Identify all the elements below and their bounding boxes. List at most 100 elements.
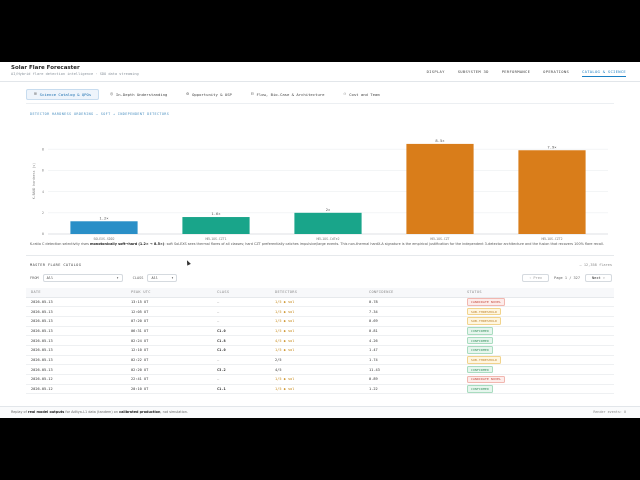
y-axis-label: K-BAND hardness (s) [32,163,36,200]
cell-class: C1.0 [212,326,270,337]
cell-confidence: 1.74 [364,355,462,366]
bar-hel1os-cdte2 [294,212,362,234]
table-row[interactable]: 2026-05-13 12:05 UT —1/5 ◆ sol 7.34 SUB-THRE… [26,306,614,317]
data-label: 1.2× [99,215,109,220]
col-date[interactable]: DATE [26,288,126,298]
status-badge: CONFIRMED [467,365,494,374]
app-title: Solar Flare Forecaster [11,65,80,71]
filter-from-select[interactable]: All ▾ [42,274,123,282]
col-detectors[interactable]: DETECTORS [270,288,364,298]
bar-hel1os-czt1 [182,217,250,234]
tab-flow-architecture[interactable]: ⊟ Flow, Bio-Case & Architecture [243,89,333,100]
y-tick-label: 0 [42,232,44,236]
cell-class: C1.1 [212,384,270,395]
bar-hel1os-czt2 [518,150,586,234]
footer-text: , not simulation. [160,410,188,414]
cell-confidence: 0.89 [364,374,462,385]
render-counter: Render events: 0 [593,410,626,414]
status-badge: CONFIRMED [467,327,494,335]
x-tick-label: HEL1OS-CZT1 [205,237,226,241]
cell-date: 2026-05-13 [26,297,126,308]
nav-subsystem-3d[interactable]: SUBSYSTEM 3D [458,69,489,77]
cell-status: CANDIDATE NOVEL [462,374,614,385]
col-confidence[interactable]: CONFIDENCE [364,288,462,298]
cell-detectors: 1/5 ◆ sol [270,345,364,356]
cell-class: — [212,316,270,327]
data-label: 8.5× [435,138,445,143]
status-badge: CANDIDATE NOVEL [467,298,506,306]
hardness-bar-chart: 0 2 4 6 8 K-BAND hardness (s) 1.2× SOLEXS-SDD2 1… [32,138,608,241]
table-row[interactable]: 2026-05-12 20:10 UT C1.1 1/5 ◆ sol 1.22 CONFI… [26,384,614,395]
prev-page-button[interactable]: ‹ Prev [522,274,550,282]
y-tick-label: 6 [42,169,44,173]
cell-status: CANDIDATE NOVEL [462,297,614,308]
cell-confidence: 4.26 [364,335,462,346]
tab-cost-team[interactable]: ⚇ Cost and Team [335,89,387,100]
x-tick-label: HEL1OS-CdTe2 [316,237,339,241]
status-badge: SUB-THRESHOLD [467,317,502,326]
table-row[interactable]: 2026-05-12 22:41 UT —1/5 ◆ sol 0.89 CANDIDAT… [26,374,614,385]
cell-status: CONFIRMED [462,384,614,395]
bar-solexs-sdd2 [70,221,138,234]
cell-class: — [212,297,270,308]
x-tick-label: HEL1OS-CZT2 [541,237,562,241]
cell-confidence: 1.47 [364,345,462,356]
nav-display[interactable]: DISPLAY [427,69,445,77]
cell-date: 2026-05-13 [26,345,126,356]
col-class[interactable]: CLASS [212,288,270,298]
table-row[interactable]: 2026-05-13 06:31 UT C1.0 1/5 ◆ sol 0.81 CONFI… [26,326,614,337]
y-tick-label: 8 [42,147,44,151]
tab-in-depth[interactable]: ◎ In-Depth Understanding [102,89,175,100]
data-label: 1.6× [211,211,221,216]
app-subtitle: AI/Hybrid flare detection intelligence ·… [11,72,139,76]
table-row[interactable]: 2026-05-13 13:15 UT —1/5 ◆ sol 0.78 CANDIDAT… [26,297,614,308]
cell-confidence: 11.43 [364,364,462,375]
tab-label: In-Depth Understanding [115,92,168,97]
filter-class-select[interactable]: All ▾ [147,274,178,282]
cell-date: 2026-05-13 [26,316,126,327]
tab-label: Cost and Team [349,92,380,97]
target-icon: ◎ [110,92,113,97]
page-indicator: Page 1 / 327 [554,276,581,280]
footer-text: for Aditya-L1 data (tandem) on [64,410,120,414]
table-row[interactable]: 2026-05-13 07:20 UT —1/5 ◆ sol 0.69 SUB-THRE… [26,316,614,327]
nav-operations[interactable]: OPERATIONS [543,69,569,77]
cell-status: CONFIRMED [462,345,614,356]
footer-highlight: real model outputs [27,410,65,414]
cell-class: C3.2 [212,364,270,375]
cell-class: C1.8 [212,335,270,346]
status-badge: CONFIRMED [467,385,494,393]
sub-tabs: ⊞ Science Catalog & QPOs ◎ In-Depth Unde… [26,89,388,100]
footer-text: Replay of [11,410,28,414]
tab-science-catalog[interactable]: ⊞ Science Catalog & QPOs [26,89,100,100]
x-tick-label: SOLEXS-SDD2 [93,237,114,241]
cell-date: 2026-05-13 [26,364,126,375]
cell-confidence: 0.81 [364,326,462,337]
cell-peak: 22:41 UT [126,374,212,385]
catalog-title: MASTER FLARE CATALOG [30,263,82,267]
cell-detectors: 1/5 ◆ sol [270,297,364,308]
gear-icon: ⚙ [186,92,190,97]
pagination: ‹ Prev Page 1 / 327 Next › [522,274,612,282]
nav-performance[interactable]: PERFORMANCE [502,69,530,77]
table-row[interactable]: 2026-05-13 02:22 UT —2/5 1.74 SUB-THRESHOLD [26,355,614,366]
table-row[interactable]: 2026-05-13 02:24 UT C1.8 4/5 ◆ sol 4.26 CONFI… [26,335,614,346]
table-row[interactable]: 2026-05-13 02:20 UT C3.2 4/5 11.43 CONFIRMED [26,364,614,375]
next-page-button[interactable]: Next › [585,274,612,282]
status-badge: SUB-THRESHOLD [467,307,502,316]
cell-detectors: 4/5 ◆ sol [270,335,364,346]
tab-opportunity[interactable]: ⚙ Opportunity & USP [178,89,239,100]
cell-detectors: 1/5 ◆ sol [270,326,364,337]
main-nav: DISPLAY SUBSYSTEM 3D PERFORMANCE OPERATI… [427,69,626,77]
cell-class: C1.0 [212,345,270,356]
chart-caption: K-ratio C detection selectivity rises mo… [30,242,608,246]
col-status[interactable]: STATUS [462,288,614,298]
catalog-count: — 12,358 flares [579,263,612,267]
cell-status: CONFIRMED [462,364,614,375]
status-badge: CONFIRMED [467,346,494,355]
x-tick-label: HEL1OS-CZT [430,237,449,241]
cell-detectors: 1/5 ◆ sol [270,384,364,395]
table-row[interactable]: 2026-05-13 12:10 UT C1.0 1/5 ◆ sol 1.47 CONFI… [26,345,614,356]
nav-catalog-science[interactable]: CATALOG & SCIENCE [582,69,626,77]
col-peak-utc[interactable]: PEAK UTC [126,288,212,298]
